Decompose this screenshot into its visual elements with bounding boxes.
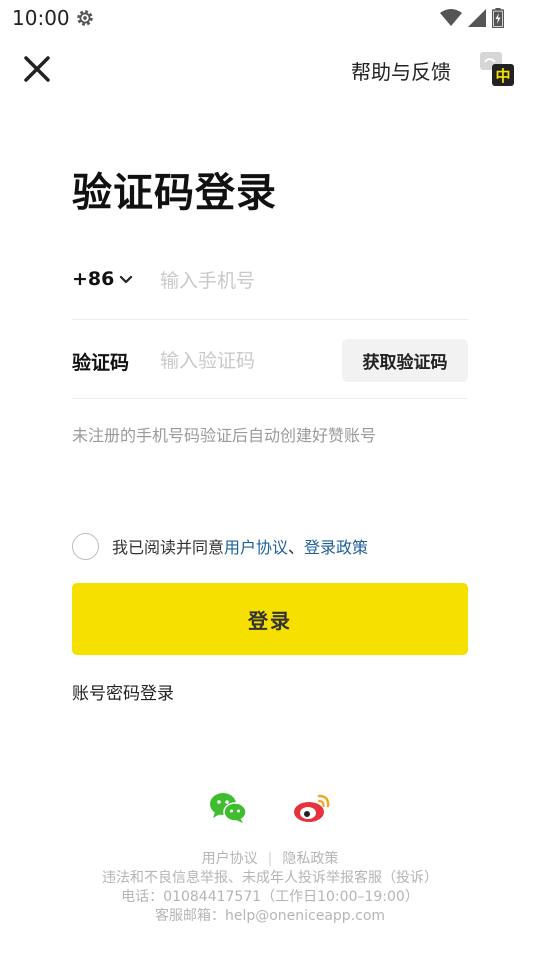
phone-input[interactable]: [160, 264, 460, 298]
wechat-icon[interactable]: [209, 792, 247, 824]
signal-icon: [468, 9, 486, 27]
footer-links: 用户协议 | 隐私政策: [0, 850, 540, 869]
login-button[interactable]: 登录: [72, 583, 468, 655]
login-policy-link[interactable]: 登录政策: [304, 534, 368, 558]
footer-report-line: 违法和不良信息举报、未成年人投诉举报客服（投诉）: [102, 870, 438, 886]
agreement-separator: 、: [288, 538, 305, 557]
chevron-down-icon[interactable]: [118, 272, 134, 288]
close-icon[interactable]: [20, 52, 54, 86]
password-login-link[interactable]: 账号密码登录: [72, 679, 174, 704]
agreement-checkbox[interactable]: [72, 532, 99, 560]
phone-row: +86: [72, 250, 468, 320]
settings-icon: [77, 10, 93, 26]
agreement-prefix: 我已阅读并同意: [112, 538, 225, 557]
help-feedback-link[interactable]: 帮助与反馈: [351, 56, 451, 85]
register-hint: 未注册的手机号码验证后自动创建好赞账号: [72, 426, 377, 445]
page-title: 验证码登录: [72, 170, 277, 216]
get-code-button[interactable]: 获取验证码: [342, 339, 468, 382]
agreement-row: 我已阅读并同意 用户协议 、 登录政策: [72, 532, 368, 560]
wifi-icon: [440, 9, 462, 26]
footer-email-line: 客服邮箱：help@oneniceapp.com: [154, 908, 386, 924]
translate-badge-text: 中: [495, 67, 510, 85]
battery-charging-icon: [492, 8, 504, 28]
footer-user-agreement-link[interactable]: 用户协议: [202, 850, 258, 869]
footer: 用户协议 | 隐私政策 违法和不良信息举报、未成年人投诉举报客服（投诉） 电话：…: [0, 850, 540, 926]
code-input[interactable]: [160, 344, 330, 378]
footer-phone-line: 电话：01084417571（工作日10:00–19:00）: [121, 889, 419, 905]
footer-divider: |: [267, 851, 273, 867]
code-row: 验证码 获取验证码: [72, 320, 468, 399]
footer-privacy-policy-link[interactable]: 隐私政策: [282, 850, 338, 869]
translate-icon[interactable]: 中: [479, 50, 517, 88]
code-label: 验证码: [72, 352, 130, 374]
country-code-selector[interactable]: +86: [72, 268, 114, 290]
user-agreement-link[interactable]: 用户协议: [224, 534, 288, 558]
weibo-icon[interactable]: [293, 792, 331, 824]
status-bar: 10:00: [0, 0, 540, 36]
status-icons: [440, 7, 504, 29]
status-time: 10:00: [12, 6, 70, 30]
translate-glyph-icon: 中: [480, 52, 514, 86]
